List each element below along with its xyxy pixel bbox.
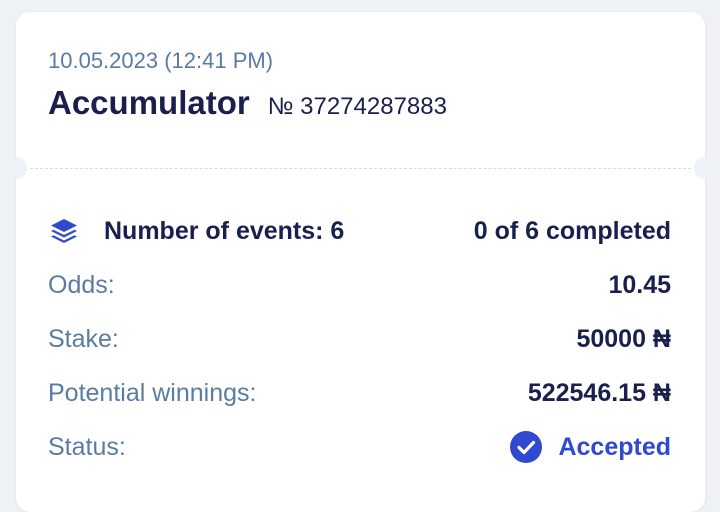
status-row: Status: Accepted [48, 430, 671, 464]
ticket-notch-right [694, 157, 716, 179]
events-count-label: Number of events: 6 [104, 216, 345, 245]
events-progress: 0 of 6 completed [473, 216, 671, 245]
layers-icon [48, 215, 80, 247]
events-row: Number of events: 6 0 of 6 completed [48, 214, 671, 248]
check-circle-icon [510, 431, 543, 463]
potential-winnings-label: Potential winnings: [48, 378, 257, 407]
potential-winnings-row: Potential winnings: 522546.15 ₦ [48, 376, 671, 410]
status-badge: Accepted [510, 431, 671, 463]
bet-ticket-card[interactable]: 10.05.2023 (12:41 PM) Accumulator № 3727… [5, 12, 716, 512]
ticket-notch-left [5, 157, 27, 179]
status-value: Accepted [558, 432, 671, 461]
odds-label: Odds: [48, 270, 115, 299]
bet-type: Accumulator [48, 84, 250, 121]
bet-title-row: Accumulator № 37274287883 [48, 84, 447, 122]
stake-row: Stake: 50000 ₦ [48, 322, 671, 356]
ticket-divider [30, 168, 691, 169]
stake-label: Stake: [48, 324, 119, 353]
odds-row: Odds: 10.45 [48, 268, 671, 302]
bet-date: 10.05.2023 (12:41 PM) [48, 48, 274, 73]
bet-number: № 37274287883 [267, 93, 447, 120]
events-label-group: Number of events: 6 [48, 215, 344, 247]
potential-winnings-value: 522546.15 ₦ [527, 378, 671, 407]
stake-value: 50000 ₦ [576, 324, 671, 353]
status-label: Status: [48, 432, 126, 461]
odds-value: 10.45 [608, 270, 671, 299]
